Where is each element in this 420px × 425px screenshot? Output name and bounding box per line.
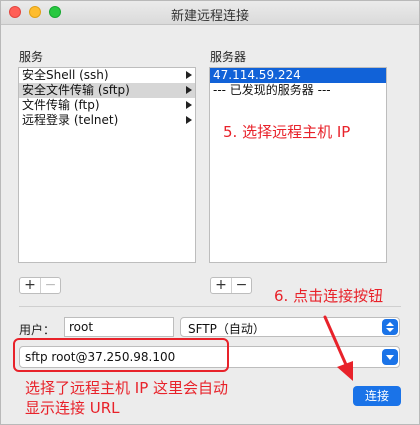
service-item-ssh[interactable]: 安全Shell (ssh) bbox=[19, 68, 195, 83]
remove-service-button[interactable]: − bbox=[40, 278, 60, 293]
chevron-right-icon bbox=[186, 116, 192, 124]
protocol-select-value: SFTP（自动） bbox=[188, 322, 265, 336]
servers-add-remove-control: + − bbox=[210, 277, 252, 294]
servers-label: 服务器 bbox=[210, 50, 247, 64]
servers-list[interactable]: 47.114.59.224 --- 已发现的服务器 --- bbox=[209, 67, 387, 263]
connect-button[interactable]: 连接 bbox=[353, 386, 401, 406]
service-item-sftp[interactable]: 安全文件传输 (sftp) bbox=[19, 83, 195, 98]
service-item-label: 文件传输 (ftp) bbox=[22, 98, 100, 112]
server-item-discovered-header: --- 已发现的服务器 --- bbox=[213, 83, 331, 97]
remove-server-button[interactable]: − bbox=[231, 278, 251, 293]
add-server-button[interactable]: + bbox=[211, 278, 231, 293]
annotation-select-ip: 5. 选择远程主机 IP bbox=[223, 123, 351, 141]
service-item-label: 安全Shell (ssh) bbox=[22, 68, 109, 82]
server-item-selected[interactable]: 47.114.59.224 bbox=[210, 68, 386, 83]
annotation-url-line-1: 选择了远程主机 IP 这里会自动 bbox=[25, 379, 229, 397]
service-item-label: 远程登录 (telnet) bbox=[22, 113, 119, 127]
services-add-remove-control: + − bbox=[19, 277, 61, 294]
user-label: 用户： bbox=[19, 323, 56, 337]
service-item-label: 安全文件传输 (sftp) bbox=[22, 83, 130, 97]
service-item-telnet[interactable]: 远程登录 (telnet) bbox=[19, 113, 195, 128]
divider bbox=[19, 306, 401, 307]
annotation-url-line-2: 显示连接 URL bbox=[25, 399, 120, 417]
title-bar: 新建远程连接 bbox=[1, 1, 419, 25]
window-title: 新建远程连接 bbox=[170, 9, 249, 24]
chevron-down-icon[interactable] bbox=[382, 349, 398, 365]
up-down-stepper-icon bbox=[382, 319, 398, 335]
chevron-right-icon bbox=[186, 86, 192, 94]
service-item-ftp[interactable]: 文件传输 (ftp) bbox=[19, 98, 195, 113]
add-service-button[interactable]: + bbox=[20, 278, 40, 293]
services-list[interactable]: 安全Shell (ssh) 安全文件传输 (sftp) 文件传输 (ftp) 远… bbox=[18, 67, 196, 263]
new-remote-connection-window: 新建远程连接 服务 服务器 安全Shell (ssh) 安全文件传输 (sftp… bbox=[0, 0, 420, 425]
user-input[interactable] bbox=[64, 317, 174, 337]
chevron-right-icon bbox=[186, 71, 192, 79]
services-label: 服务 bbox=[19, 50, 44, 64]
chevron-right-icon bbox=[186, 101, 192, 109]
protocol-select[interactable]: SFTP（自动） bbox=[180, 317, 400, 337]
annotation-highlight-box bbox=[13, 338, 229, 372]
annotation-click-connect: 6. 点击连接按钮 bbox=[274, 287, 384, 305]
